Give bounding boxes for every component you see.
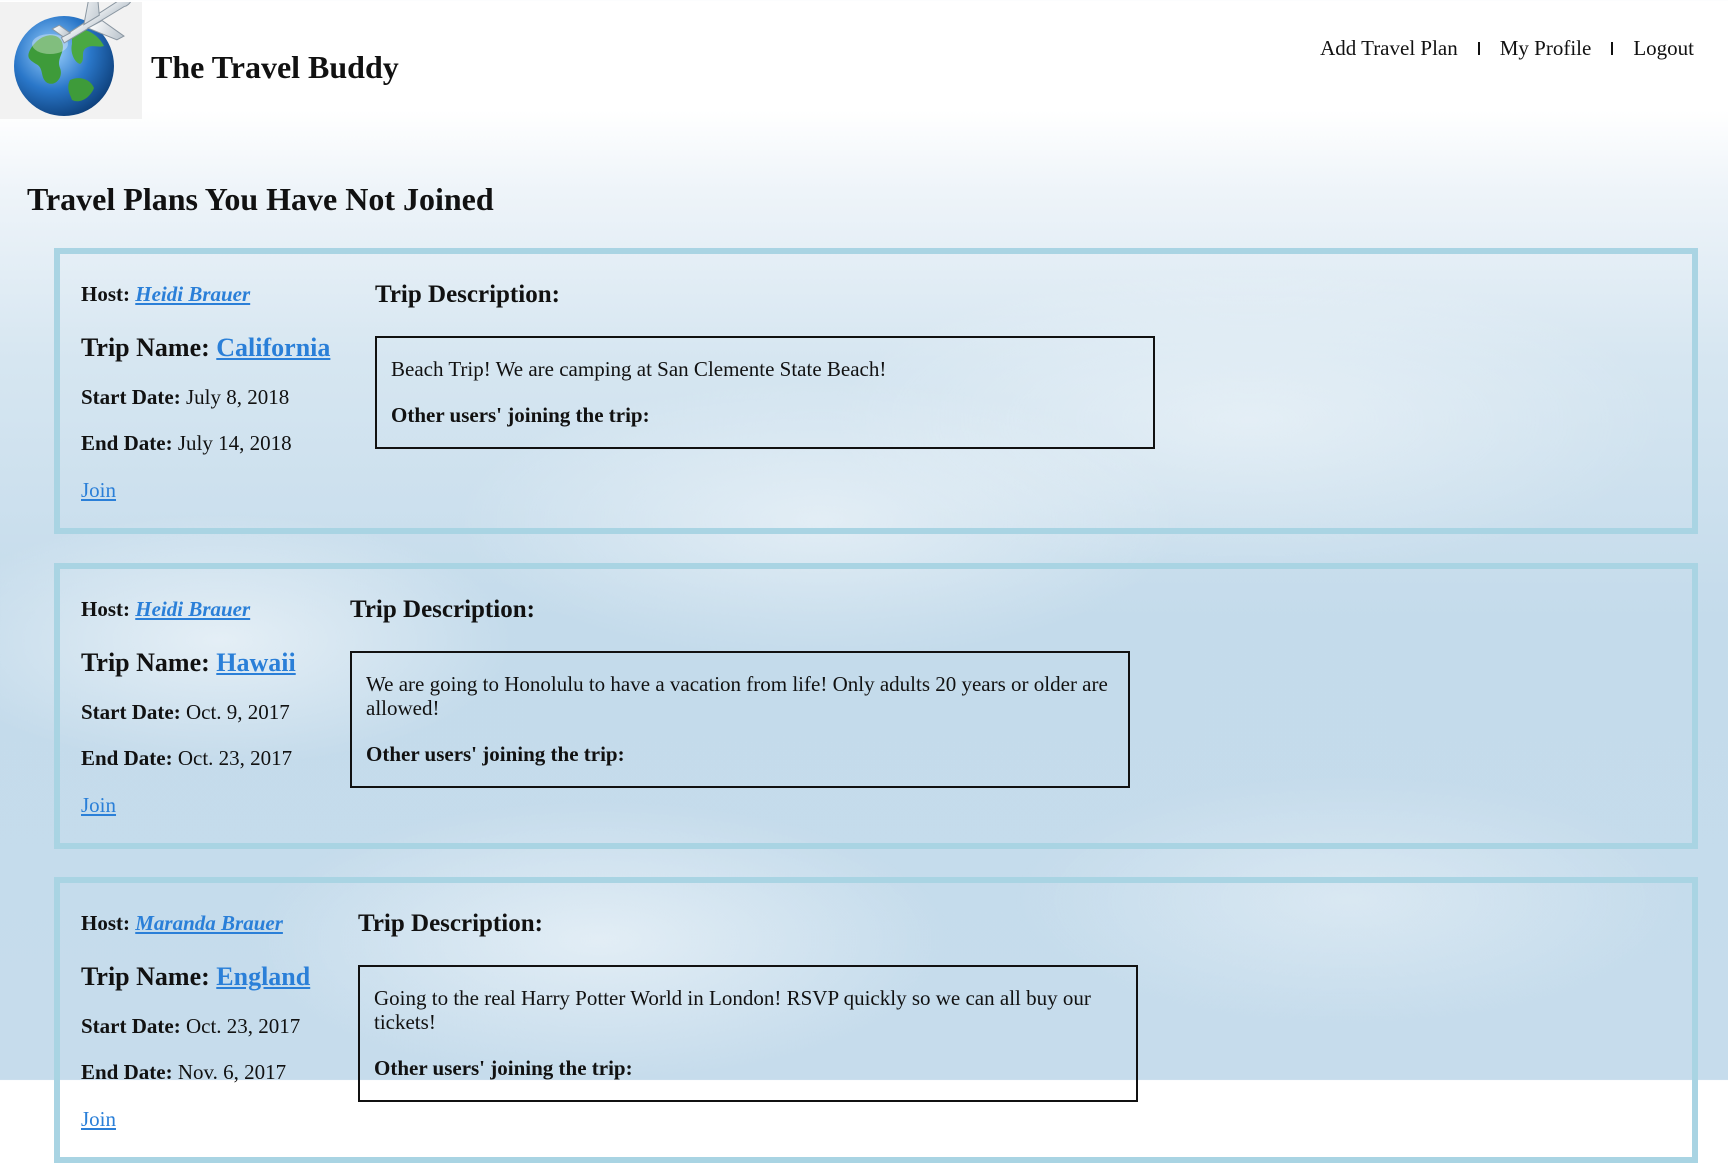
site-header: The Travel Buddy Add Travel Plan My Prof… (0, 0, 1728, 120)
start-date-label: Start Date: (81, 1014, 181, 1038)
trip-name-link[interactable]: England (216, 962, 310, 991)
trip-card: Host: Heidi Brauer Trip Name: California… (54, 248, 1698, 534)
host-link[interactable]: Maranda Brauer (135, 911, 283, 935)
trip-end-date: End Date: Nov. 6, 2017 (81, 1060, 286, 1085)
globe-airplane-logo[interactable] (0, 2, 142, 119)
other-users-label: Other users' joining the trip: (374, 1056, 633, 1080)
trip-start-date: Start Date: Oct. 23, 2017 (81, 1014, 300, 1039)
start-date-value: Oct. 23, 2017 (185, 1014, 301, 1038)
start-date-value: Oct. 9, 2017 (185, 700, 290, 724)
trip-description-text: Going to the real Harry Potter World in … (374, 986, 1091, 1034)
start-date-label: Start Date: (81, 700, 181, 724)
join-link[interactable]: Join (81, 793, 116, 818)
trip-description-title: Trip Description: (358, 910, 543, 937)
other-users-label: Other users' joining the trip: (366, 742, 625, 766)
trip-name-label: Trip Name: (81, 962, 210, 991)
trip-name-link[interactable]: Hawaii (216, 648, 295, 677)
top-nav: Add Travel Plan My Profile Logout (1320, 36, 1694, 61)
nav-add-travel-plan[interactable]: Add Travel Plan (1320, 36, 1458, 61)
trip-host: Host: Heidi Brauer (81, 597, 250, 622)
nav-my-profile[interactable]: My Profile (1500, 36, 1592, 61)
trip-name-label: Trip Name: (81, 333, 210, 362)
page-title: Travel Plans You Have Not Joined (27, 181, 494, 217)
trip-name: Trip Name: Hawaii (81, 648, 296, 678)
trip-card: Host: Heidi Brauer Trip Name: Hawaii Sta… (54, 563, 1698, 849)
trip-host: Host: Maranda Brauer (81, 911, 283, 936)
join-link[interactable]: Join (81, 478, 116, 503)
end-date-value: Nov. 6, 2017 (177, 1060, 287, 1084)
nav-separator (1611, 42, 1614, 55)
trip-end-date: End Date: Oct. 23, 2017 (81, 746, 292, 771)
end-date-value: Oct. 23, 2017 (177, 746, 293, 770)
trip-description-text: Beach Trip! We are camping at San Clemen… (391, 357, 887, 381)
trip-description-title: Trip Description: (350, 596, 535, 623)
start-date-label: Start Date: (81, 385, 181, 409)
trip-description-text: We are going to Honolulu to have a vacat… (366, 672, 1108, 720)
trip-host: Host: Heidi Brauer (81, 282, 250, 307)
trip-name: Trip Name: England (81, 962, 310, 992)
trip-end-date: End Date: July 14, 2018 (81, 431, 292, 456)
trip-start-date: Start Date: Oct. 9, 2017 (81, 700, 290, 725)
host-label: Host: (81, 911, 130, 935)
join-link[interactable]: Join (81, 1107, 116, 1132)
other-users-label: Other users' joining the trip: (391, 403, 650, 427)
site-title: The Travel Buddy (151, 49, 399, 85)
host-label: Host: (81, 597, 130, 621)
host-label: Host: (81, 282, 130, 306)
trip-name-link[interactable]: California (216, 333, 330, 362)
trip-start-date: Start Date: July 8, 2018 (81, 385, 289, 410)
host-link[interactable]: Heidi Brauer (135, 597, 250, 621)
trip-card: Host: Maranda Brauer Trip Name: England … (54, 877, 1698, 1163)
end-date-value: July 14, 2018 (177, 431, 292, 455)
end-date-label: End Date: (81, 1060, 173, 1084)
nav-separator (1477, 42, 1480, 55)
end-date-label: End Date: (81, 431, 173, 455)
trip-name: Trip Name: California (81, 333, 330, 363)
host-link[interactable]: Heidi Brauer (135, 282, 250, 306)
trip-name-label: Trip Name: (81, 648, 210, 677)
start-date-value: July 8, 2018 (185, 385, 290, 409)
trip-description-box: We are going to Honolulu to have a vacat… (350, 651, 1130, 788)
trip-description-box: Beach Trip! We are camping at San Clemen… (375, 336, 1155, 449)
trip-description-title: Trip Description: (375, 281, 560, 308)
end-date-label: End Date: (81, 746, 173, 770)
nav-logout[interactable]: Logout (1633, 36, 1694, 61)
trip-description-box: Going to the real Harry Potter World in … (358, 965, 1138, 1102)
